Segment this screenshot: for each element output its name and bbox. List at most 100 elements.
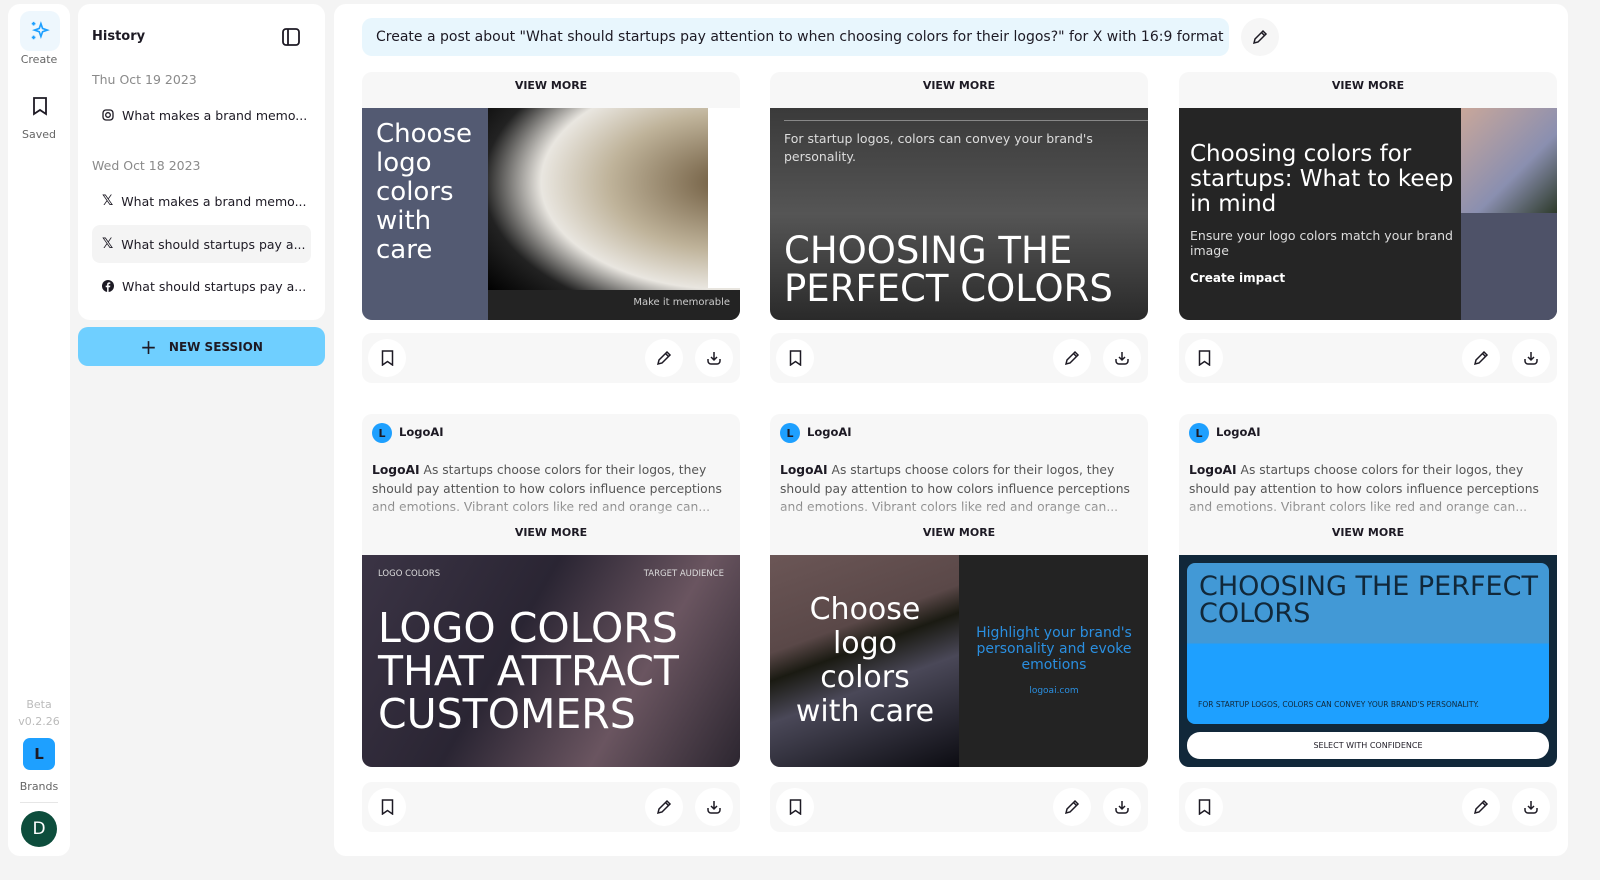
download-button[interactable] — [695, 339, 733, 377]
history-item-active[interactable]: 𝕏 What should startups pay a... — [92, 225, 311, 263]
history-item-label: What should startups pay a... — [122, 278, 307, 294]
post-creative-image[interactable]: Choose logo colors with care Make it mem… — [362, 108, 740, 320]
edit-button[interactable] — [1462, 788, 1500, 826]
history-item[interactable]: 𝕏 What makes a brand memo... — [92, 182, 311, 220]
create-label: Create — [20, 53, 58, 66]
author-avatar: L — [1189, 423, 1209, 443]
bookmark-icon — [1198, 799, 1210, 815]
post-creative-image[interactable]: CHOOSING THE PERFECT COLORS FOR STARTUP … — [1179, 555, 1557, 767]
post-creative-image[interactable]: LOGO COLORS TARGET AUDIENCE LOGO COLORS … — [362, 555, 740, 767]
post-body: As startups choose colors for their logo… — [780, 463, 1130, 514]
edit-button[interactable] — [645, 788, 683, 826]
brand-avatar[interactable]: L — [23, 738, 55, 770]
post-body: As startups choose colors for their logo… — [372, 463, 722, 514]
x-icon: 𝕏 — [102, 236, 114, 252]
card-actions — [1179, 333, 1557, 383]
download-button[interactable] — [1103, 788, 1141, 826]
download-icon — [707, 352, 721, 365]
creative-cta: Create impact — [1190, 271, 1286, 285]
creative-headline: CHOOSING THE PERFECT COLORS — [1199, 571, 1538, 629]
view-more-button[interactable]: VIEW MORE — [1179, 526, 1557, 539]
view-more-button[interactable]: VIEW MORE — [1179, 79, 1557, 92]
nav-rail: Create Saved Beta v0.2.26 L Brands D — [8, 4, 70, 856]
history-item-label: What makes a brand memo... — [121, 193, 307, 209]
post-lead: LogoAI — [372, 463, 420, 477]
history-title: History — [92, 29, 146, 44]
creative-cta: SELECT WITH CONFIDENCE — [1187, 732, 1549, 759]
creative-url: logoai.com — [1029, 686, 1079, 696]
bookmark-icon — [33, 97, 47, 116]
post-creative-image[interactable]: For startup logos, colors can convey you… — [770, 108, 1148, 320]
new-session-button[interactable]: + NEW SESSION — [78, 327, 325, 366]
download-button[interactable] — [1512, 788, 1550, 826]
create-button[interactable] — [20, 11, 60, 51]
pencil-icon — [1064, 350, 1080, 366]
history-item[interactable]: What makes a brand memo... — [92, 96, 311, 134]
saved-label: Saved — [22, 128, 56, 141]
edit-prompt-button[interactable] — [1241, 18, 1279, 56]
creative-tag: LOGO COLORS — [378, 569, 441, 579]
bookmark-icon — [1198, 350, 1210, 366]
bookmark-icon — [381, 350, 393, 366]
card-actions — [770, 333, 1148, 383]
history-date: Thu Oct 19 2023 — [92, 72, 197, 87]
card-actions — [1179, 782, 1557, 832]
post-creative-image[interactable]: Choose logo colors with care Highlight y… — [770, 555, 1148, 767]
creative-headline: Choose logo colors with care — [376, 119, 472, 265]
download-button[interactable] — [695, 788, 733, 826]
save-button[interactable] — [1185, 788, 1223, 826]
save-button[interactable] — [1185, 339, 1223, 377]
history-item-label: What makes a brand memo... — [122, 107, 308, 123]
prompt-display: Create a post about "What should startup… — [362, 18, 1229, 56]
download-icon — [1115, 352, 1129, 365]
download-icon — [1524, 352, 1538, 365]
creative-subtext: FOR STARTUP LOGOS, COLORS CAN CONVEY YOU… — [1198, 700, 1479, 709]
pencil-icon — [1252, 29, 1268, 45]
edit-button[interactable] — [1053, 339, 1091, 377]
brands-label: Brands — [19, 780, 59, 793]
author-avatar: L — [372, 423, 392, 443]
version-label: v0.2.26 — [18, 715, 60, 728]
edit-button[interactable] — [1053, 788, 1091, 826]
bookmark-icon — [789, 799, 801, 815]
sparkle-icon — [31, 21, 50, 40]
new-session-label: NEW SESSION — [168, 339, 263, 354]
download-button[interactable] — [1103, 339, 1141, 377]
view-more-button[interactable]: VIEW MORE — [770, 526, 1148, 539]
instagram-icon — [102, 109, 114, 121]
pencil-icon — [1473, 350, 1489, 366]
history-item[interactable]: What should startups pay a... — [92, 267, 311, 305]
post-text: LogoAI As startups choose colors for the… — [1189, 461, 1551, 517]
toggle-sidebar-button[interactable] — [281, 27, 301, 47]
creative-footer: Make it memorable — [633, 297, 730, 308]
view-more-button[interactable]: VIEW MORE — [362, 526, 740, 539]
author-name: LogoAI — [399, 425, 444, 439]
user-avatar[interactable]: D — [21, 811, 57, 847]
sidebar-icon — [282, 28, 300, 46]
creative-tag: TARGET AUDIENCE — [643, 569, 724, 579]
download-icon — [707, 801, 721, 814]
save-button[interactable] — [776, 339, 814, 377]
card-actions — [362, 333, 740, 383]
divider — [20, 802, 58, 803]
download-icon — [1524, 801, 1538, 814]
edit-button[interactable] — [1462, 339, 1500, 377]
saved-button[interactable] — [20, 86, 60, 126]
post-creative-image[interactable]: Choosing colors for startups: What to ke… — [1179, 108, 1557, 320]
view-more-button[interactable]: VIEW MORE — [770, 79, 1148, 92]
save-button[interactable] — [368, 339, 406, 377]
creative-subtext: For startup logos, colors can convey you… — [784, 131, 1093, 164]
view-more-button[interactable]: VIEW MORE — [362, 79, 740, 92]
save-button[interactable] — [776, 788, 814, 826]
edit-button[interactable] — [645, 339, 683, 377]
pencil-icon — [1064, 799, 1080, 815]
facebook-icon — [102, 280, 114, 292]
author-avatar: L — [780, 423, 800, 443]
download-button[interactable] — [1512, 339, 1550, 377]
creative-subtext: Highlight your brand's personality and e… — [976, 625, 1132, 673]
card-actions — [362, 782, 740, 832]
save-button[interactable] — [368, 788, 406, 826]
download-icon — [1115, 801, 1129, 814]
pencil-icon — [656, 350, 672, 366]
history-panel: History Thu Oct 19 2023 What makes a bra… — [78, 4, 325, 320]
